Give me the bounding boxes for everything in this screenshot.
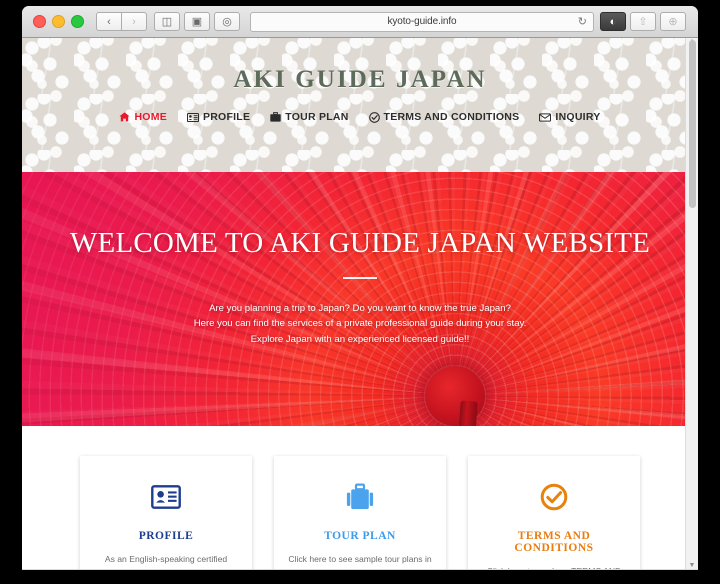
reader-mode-icon[interactable]: ◐ <box>600 12 626 31</box>
id-card-icon <box>94 480 238 514</box>
feature-cards: PROFILE As an English-speaking certified… <box>22 456 698 569</box>
card-tour-plan[interactable]: TOUR PLAN Click here to see sample tour … <box>274 456 446 569</box>
hero-title: WELCOME TO AKI GUIDE JAPAN WEBSITE <box>69 227 651 259</box>
card-body-profile: As an English-speaking certified guide I… <box>96 554 236 569</box>
nav-label-home: HOME <box>134 111 167 123</box>
site-navigation: HOME PROFILE TOUR PLAN TERMS AND CONDITI… <box>22 111 698 123</box>
new-tab-icon[interactable]: ⊕ <box>660 12 686 31</box>
minimize-window-button[interactable] <box>52 15 65 28</box>
nav-item-profile[interactable]: PROFILE <box>186 111 251 123</box>
page-viewport: AKI GUIDE JAPAN HOME PROFILE TOUR PLAN T… <box>22 38 698 569</box>
card-profile[interactable]: PROFILE As an English-speaking certified… <box>80 456 252 569</box>
hero-subtitle-line-2: Here you can find the services of a priv… <box>193 318 527 330</box>
hero-subtitle-line-1: Are you planning a trip to Japan? Do you… <box>209 302 511 314</box>
hero-content: WELCOME TO AKI GUIDE JAPAN WEBSITE Are y… <box>22 172 698 347</box>
address-bar[interactable]: kyoto-guide.info ↻ <box>250 11 594 32</box>
page-scrollbar[interactable]: ▲ ▼ <box>685 38 698 569</box>
navigation-buttons: ‹ › <box>96 12 147 31</box>
back-button[interactable]: ‹ <box>96 12 122 31</box>
tab-overview-icon[interactable]: ▣ <box>184 12 210 31</box>
close-window-button[interactable] <box>33 15 46 28</box>
site-title: AKI GUIDE JAPAN <box>233 66 487 93</box>
reload-icon[interactable]: ↻ <box>578 15 587 28</box>
toolbar-right-buttons: ◐ ⇧ ⊕ <box>600 12 690 31</box>
share-icon[interactable]: ⇧ <box>630 12 656 31</box>
id-card-icon <box>186 112 199 122</box>
nav-label-profile: PROFILE <box>202 111 251 123</box>
nav-item-inquiry[interactable]: INQUIRY <box>539 111 600 123</box>
card-body-terms-and-conditions: Click here to read our TERMS AND CONDITI… <box>482 565 626 569</box>
scroll-down-icon[interactable]: ▼ <box>686 562 698 569</box>
briefcase-icon <box>270 112 281 122</box>
screen: ‹ › ◫ ▣ ◎ kyoto-guide.info ↻ ◐ ⇧ ⊕ AKI G… <box>0 0 720 584</box>
browser-toolbar: ‹ › ◫ ▣ ◎ kyoto-guide.info ↻ ◐ ⇧ ⊕ <box>22 6 698 38</box>
hero-section: WELCOME TO AKI GUIDE JAPAN WEBSITE Are y… <box>22 172 698 426</box>
envelope-icon <box>539 112 552 122</box>
privacy-report-icon[interactable]: ◎ <box>214 12 240 31</box>
sidebar-toggle-icon[interactable]: ◫ <box>154 12 180 31</box>
nav-item-home[interactable]: HOME <box>119 111 167 123</box>
window-controls <box>33 15 84 28</box>
nav-label-tour-plan: TOUR PLAN <box>285 111 349 123</box>
site-header: AKI GUIDE JAPAN HOME PROFILE TOUR PLAN T… <box>22 38 698 172</box>
nav-item-tour-plan[interactable]: TOUR PLAN <box>270 111 348 123</box>
address-bar-url: kyoto-guide.info <box>387 16 457 27</box>
card-body-tour-plan: Click here to see sample tour plans in K… <box>288 554 432 569</box>
scrollbar-thumb[interactable] <box>689 40 696 208</box>
zoom-window-button[interactable] <box>71 15 84 28</box>
card-title-terms-and-conditions: TERMS AND CONDITIONS <box>514 530 594 554</box>
check-circle-icon <box>482 480 626 514</box>
nav-label-inquiry: INQUIRY <box>555 111 601 123</box>
card-title-profile: PROFILE <box>138 530 194 542</box>
home-icon <box>119 112 131 122</box>
forward-button[interactable]: › <box>121 12 147 31</box>
hero-subtitle: Are you planning a trip to Japan? Do you… <box>22 301 698 348</box>
card-title-tour-plan: TOUR PLAN <box>324 530 396 542</box>
briefcase-icon <box>288 480 432 514</box>
hero-subtitle-line-3: Explore Japan with an experienced licens… <box>250 333 470 345</box>
browser-window: ‹ › ◫ ▣ ◎ kyoto-guide.info ↻ ◐ ⇧ ⊕ AKI G… <box>22 6 698 570</box>
hero-divider <box>343 276 377 279</box>
check-circle-icon <box>368 111 380 123</box>
nav-item-terms-and-conditions[interactable]: TERMS AND CONDITIONS <box>368 111 520 123</box>
nav-label-terms-and-conditions: TERMS AND CONDITIONS <box>383 111 520 123</box>
card-terms-and-conditions[interactable]: TERMS AND CONDITIONS Click here to read … <box>468 456 640 569</box>
